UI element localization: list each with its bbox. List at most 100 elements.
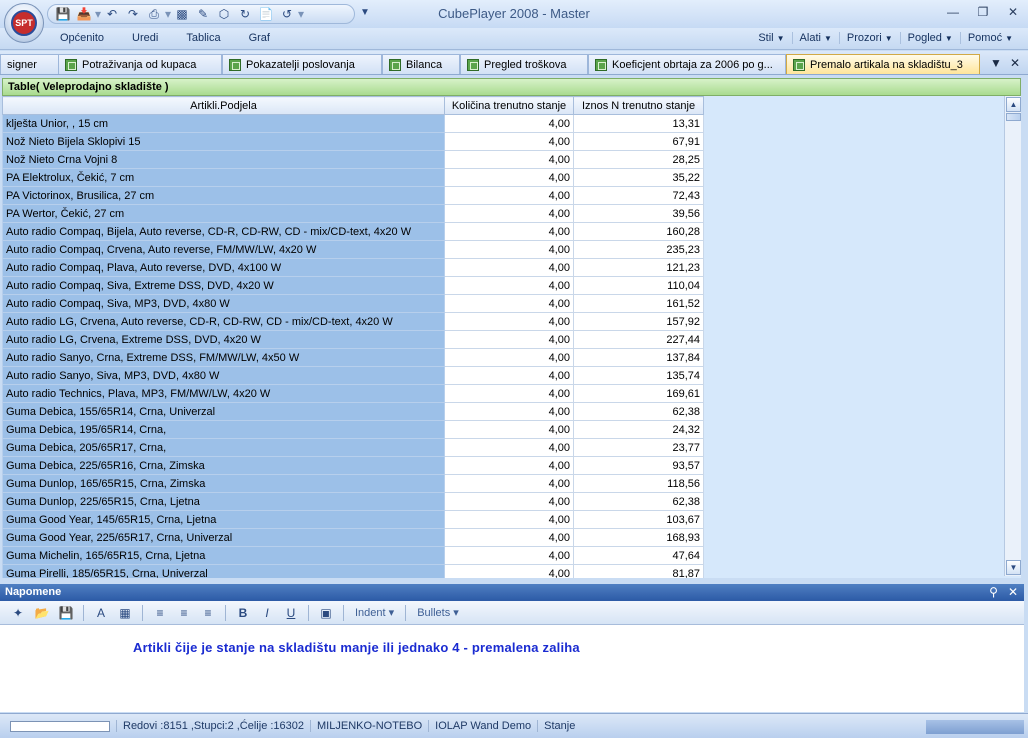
new-note-icon[interactable]: ✦	[8, 604, 28, 622]
cell-amount[interactable]: 135,74	[573, 366, 704, 385]
align-left-icon[interactable]: ≡	[150, 604, 170, 622]
pin-icon[interactable]: ⚲	[989, 585, 998, 599]
cell-amount[interactable]: 62,38	[573, 492, 704, 511]
tab-pokazatelji[interactable]: Pokazatelji poslovanja	[222, 54, 382, 74]
column-header-kolicina[interactable]: Količina trenutno stanje	[444, 96, 574, 115]
align-right-icon[interactable]: ≡	[198, 604, 218, 622]
column-header-iznos[interactable]: Iznos N trenutno stanje	[573, 96, 704, 115]
table-row[interactable]: Guma Michelin, 165/65R15, Crna, Ljetna 4,…	[2, 546, 704, 565]
scroll-thumb[interactable]	[1006, 113, 1021, 121]
cell-article[interactable]: Guma Debica, 225/65R16, Crna, Zimska	[2, 456, 445, 475]
cell-article[interactable]: PA Elektrolux, Čekić, 7 cm	[2, 168, 445, 187]
table-row[interactable]: PA Victorinox, Brusilica, 27 cm 4,00 72,43	[2, 186, 704, 205]
color-grid-icon[interactable]: ▦	[115, 604, 135, 622]
menu-pomoc[interactable]: Pomoć ▼	[959, 32, 1020, 44]
table-row[interactable]: Nož Nieto Bijela Sklopivi 15 4,00 67,91	[2, 132, 704, 151]
cell-amount[interactable]: 227,44	[573, 330, 704, 349]
cell-amount[interactable]: 235,23	[573, 240, 704, 259]
cell-article[interactable]: Guma Michelin, 165/65R15, Crna, Ljetna	[2, 546, 445, 565]
cell-quantity[interactable]: 4,00	[444, 204, 574, 223]
table-row[interactable]: Guma Debica, 195/65R14, Crna, 4,00 24,32	[2, 420, 704, 439]
table-row[interactable]: Auto radio Compaq, Bijela, Auto reverse,…	[2, 222, 704, 241]
cell-article[interactable]: Auto radio Technics, Plava, MP3, FM/MW/L…	[2, 384, 445, 403]
cell-article[interactable]: Auto radio LG, Crvena, Auto reverse, CD-…	[2, 312, 445, 331]
cell-quantity[interactable]: 4,00	[444, 294, 574, 313]
cell-amount[interactable]: 93,57	[573, 456, 704, 475]
underline-icon[interactable]: U	[281, 604, 301, 622]
scroll-down-icon[interactable]: ▼	[1006, 560, 1021, 575]
align-center-icon[interactable]: ≡	[174, 604, 194, 622]
cell-quantity[interactable]: 4,00	[444, 384, 574, 403]
menu-prozori[interactable]: Prozori ▼	[838, 32, 900, 44]
tab-pregled-troskova[interactable]: Pregled troškova	[460, 54, 588, 74]
table-row[interactable]: Auto radio Compaq, Plava, Auto reverse, …	[2, 258, 704, 277]
cell-amount[interactable]: 39,56	[573, 204, 704, 223]
table-row[interactable]: Auto radio Sanyo, Crna, Extreme DSS, FM/…	[2, 348, 704, 367]
cell-amount[interactable]: 161,52	[573, 294, 704, 313]
table-row[interactable]: Auto radio Compaq, Siva, Extreme DSS, DV…	[2, 276, 704, 295]
table-row[interactable]: Auto radio Sanyo, Siva, MP3, DVD, 4x80 W…	[2, 366, 704, 385]
cell-amount[interactable]: 110,04	[573, 276, 704, 295]
cell-article[interactable]: Auto radio Compaq, Siva, MP3, DVD, 4x80 …	[2, 294, 445, 313]
tab-premalo-artikala[interactable]: Premalo artikala na skladištu_3	[786, 54, 980, 74]
tab-list-dropdown-icon[interactable]: ▼	[990, 56, 1002, 70]
font-icon[interactable]: A	[91, 604, 111, 622]
cell-quantity[interactable]: 4,00	[444, 492, 574, 511]
cell-quantity[interactable]: 4,00	[444, 150, 574, 169]
menu-opcenito[interactable]: Općenito	[60, 32, 104, 44]
cell-amount[interactable]: 103,67	[573, 510, 704, 529]
cell-quantity[interactable]: 4,00	[444, 258, 574, 277]
bullets-dropdown[interactable]: Bullets ▾	[413, 606, 463, 619]
cell-article[interactable]: Auto radio LG, Crvena, Extreme DSS, DVD,…	[2, 330, 445, 349]
close-panel-icon[interactable]: ✕	[1008, 585, 1018, 599]
cell-article[interactable]: Guma Dunlop, 165/65R15, Crna, Zimska	[2, 474, 445, 493]
cell-quantity[interactable]: 4,00	[444, 456, 574, 475]
notes-editor[interactable]: Artikli čije je stanje na skladištu manj…	[0, 625, 1024, 712]
cell-amount[interactable]: 35,22	[573, 168, 704, 187]
cell-quantity[interactable]: 4,00	[444, 168, 574, 187]
cell-amount[interactable]: 28,25	[573, 150, 704, 169]
cell-amount[interactable]: 169,61	[573, 384, 704, 403]
cell-article[interactable]: Guma Debica, 155/65R14, Crna, Univerzal	[2, 402, 445, 421]
close-tab-icon[interactable]: ✕	[1010, 56, 1020, 70]
cell-article[interactable]: Guma Pirelli, 185/65R15, Crna, Univerzal	[2, 564, 445, 578]
table-row[interactable]: Auto radio LG, Crvena, Extreme DSS, DVD,…	[2, 330, 704, 349]
cell-quantity[interactable]: 4,00	[444, 474, 574, 493]
cell-article[interactable]: PA Wertor, Čekić, 27 cm	[2, 204, 445, 223]
table-row[interactable]: Guma Debica, 205/65R17, Crna, 4,00 23,77	[2, 438, 704, 457]
table-row[interactable]: klješta Unior, , 15 cm 4,00 13,31	[2, 114, 704, 133]
cell-amount[interactable]: 67,91	[573, 132, 704, 151]
table-row[interactable]: Auto radio LG, Crvena, Auto reverse, CD-…	[2, 312, 704, 331]
tab-designer[interactable]: signer	[0, 54, 60, 74]
cell-article[interactable]: PA Victorinox, Brusilica, 27 cm	[2, 186, 445, 205]
italic-icon[interactable]: I	[257, 604, 277, 622]
cell-quantity[interactable]: 4,00	[444, 366, 574, 385]
cell-amount[interactable]: 62,38	[573, 402, 704, 421]
cell-article[interactable]: Auto radio Compaq, Siva, Extreme DSS, DV…	[2, 276, 445, 295]
cell-quantity[interactable]: 4,00	[444, 132, 574, 151]
table-row[interactable]: PA Elektrolux, Čekić, 7 cm 4,00 35,22	[2, 168, 704, 187]
cell-article[interactable]: Guma Good Year, 225/65R17, Crna, Univerz…	[2, 528, 445, 547]
column-header-artikli[interactable]: Artikli.Podjela	[2, 96, 445, 115]
tab-bilanca[interactable]: Bilanca	[382, 54, 460, 74]
cell-article[interactable]: Auto radio Sanyo, Crna, Extreme DSS, FM/…	[2, 348, 445, 367]
cell-amount[interactable]: 13,31	[573, 114, 704, 133]
table-row[interactable]: Guma Good Year, 225/65R17, Crna, Univerz…	[2, 528, 704, 547]
menu-tablica[interactable]: Tablica	[186, 32, 220, 44]
cell-amount[interactable]: 121,23	[573, 258, 704, 277]
menu-uredi[interactable]: Uredi	[132, 32, 158, 44]
cell-quantity[interactable]: 4,00	[444, 546, 574, 565]
cell-quantity[interactable]: 4,00	[444, 420, 574, 439]
table-row[interactable]: Auto radio Technics, Plava, MP3, FM/MW/L…	[2, 384, 704, 403]
cell-quantity[interactable]: 4,00	[444, 528, 574, 547]
cell-article[interactable]: Auto radio Compaq, Plava, Auto reverse, …	[2, 258, 445, 277]
cell-quantity[interactable]: 4,00	[444, 222, 574, 241]
cell-quantity[interactable]: 4,00	[444, 186, 574, 205]
table-row[interactable]: Guma Dunlop, 225/65R15, Crna, Ljetna 4,00…	[2, 492, 704, 511]
scroll-up-icon[interactable]: ▲	[1006, 97, 1021, 112]
cell-article[interactable]: Guma Debica, 195/65R14, Crna,	[2, 420, 445, 439]
cell-quantity[interactable]: 4,00	[444, 348, 574, 367]
table-row[interactable]: Guma Debica, 155/65R14, Crna, Univerzal 4…	[2, 402, 704, 421]
bold-icon[interactable]: B	[233, 604, 253, 622]
cell-quantity[interactable]: 4,00	[444, 330, 574, 349]
